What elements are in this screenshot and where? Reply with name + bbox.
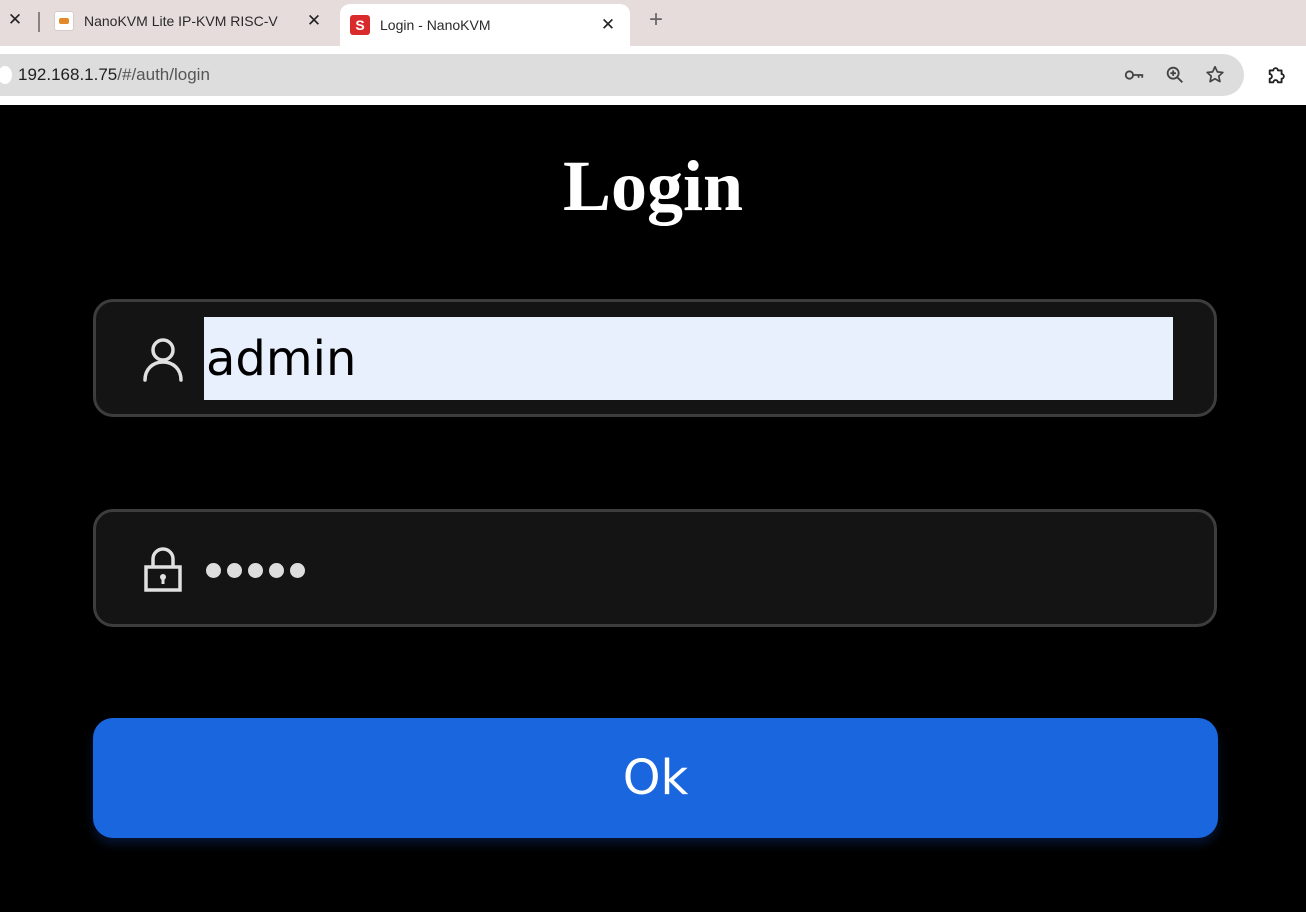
tab-nanokvm-lite[interactable]: NanoKVM Lite IP-KVM RISC-V ✕: [46, 0, 336, 42]
zoom-icon[interactable]: [1164, 64, 1186, 86]
tab-title: NanoKVM Lite IP-KVM RISC-V: [84, 13, 278, 29]
tab-separator: [38, 12, 40, 32]
sipeed-favicon-icon: [54, 11, 74, 31]
url-path: /#/auth/login: [117, 65, 210, 84]
nanokvm-favicon-icon: S: [350, 15, 370, 35]
page-title: Login: [562, 146, 744, 226]
url-host: 192.168.1.75: [18, 65, 118, 84]
url-text[interactable]: 192.168.1.75/#/auth/login: [18, 65, 210, 85]
key-icon[interactable]: [1123, 64, 1145, 86]
tab-close-icon[interactable]: ✕: [304, 11, 324, 31]
password-field[interactable]: [93, 509, 1217, 627]
extensions-puzzle-icon[interactable]: [1266, 64, 1288, 86]
address-bar[interactable]: 192.168.1.75/#/auth/login: [0, 54, 1244, 96]
lock-icon: [144, 547, 182, 592]
ok-button[interactable]: Ok: [93, 718, 1218, 838]
previous-tab-close-icon[interactable]: ✕: [6, 11, 24, 29]
browser-toolbar: 192.168.1.75/#/auth/login: [0, 46, 1306, 105]
tab-title: Login - NanoKVM: [380, 17, 491, 33]
tab-close-icon[interactable]: ✕: [598, 15, 618, 35]
password-mask-dot: [227, 562, 242, 578]
password-mask-dot: [206, 562, 221, 578]
password-mask-dot: [290, 562, 305, 578]
site-info-icon[interactable]: [0, 66, 12, 84]
password-input[interactable]: [206, 550, 305, 590]
bookmark-star-icon[interactable]: [1204, 64, 1226, 86]
new-tab-button[interactable]: +: [644, 8, 668, 32]
password-mask-dot: [269, 562, 284, 578]
username-field[interactable]: [93, 299, 1217, 417]
user-icon: [143, 338, 183, 382]
tab-login-nanokvm[interactable]: S Login - NanoKVM ✕: [340, 4, 630, 46]
password-mask-dot: [248, 562, 263, 578]
login-page: Login Ok: [0, 105, 1306, 912]
browser-tabstrip: ✕ NanoKVM Lite IP-KVM RISC-V ✕ S Login -…: [0, 0, 1306, 46]
username-input[interactable]: [204, 317, 1173, 400]
